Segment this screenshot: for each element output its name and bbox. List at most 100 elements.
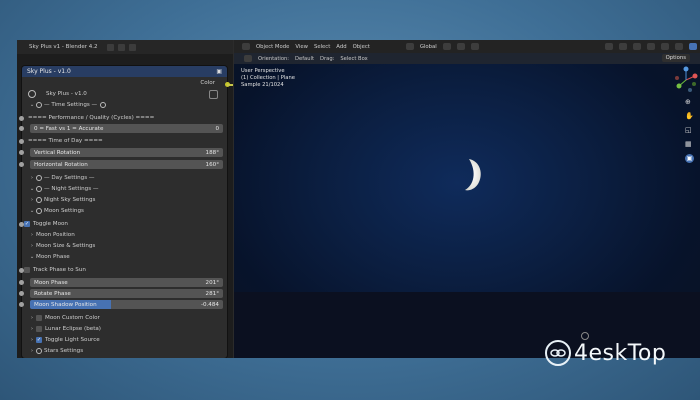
moon-settings-row[interactable]: ⌄ Moon Settings: [22, 206, 227, 216]
drag-label: Drag:: [320, 55, 335, 62]
input-socket[interactable]: [19, 139, 24, 144]
clock-icon: [100, 102, 107, 108]
sun-icon: [36, 102, 42, 108]
group-selector-row[interactable]: Sky Plus - v1.0: [22, 89, 227, 99]
shield-icon[interactable]: [209, 90, 218, 99]
toggle-moon-row[interactable]: ✓ Toggle Moon: [19, 219, 227, 229]
overlay-icon[interactable]: [632, 43, 641, 50]
grid-icon[interactable]: ▦: [685, 140, 694, 149]
chevron-right-icon[interactable]: ›: [28, 348, 36, 354]
moon-size-row[interactable]: › Moon Size & Settings: [22, 241, 227, 251]
editor-type-icon[interactable]: [242, 43, 250, 50]
chevron-right-icon[interactable]: ›: [28, 175, 36, 181]
collection-info: (1) Collection | Plane: [241, 75, 295, 81]
orientation-dropdown[interactable]: Global: [420, 44, 437, 50]
input-socket[interactable]: [19, 116, 24, 121]
tool-settings-icon[interactable]: [244, 55, 252, 62]
node-group-icon[interactable]: ▣: [216, 68, 222, 75]
chevron-right-icon[interactable]: ›: [28, 326, 36, 332]
chevron-right-icon[interactable]: ›: [28, 315, 36, 321]
color-output-row: Color: [22, 78, 227, 88]
moon-position-row[interactable]: › Moon Position: [22, 230, 227, 240]
chevron-down-icon[interactable]: ⌄: [28, 254, 36, 260]
node-editor-header: Sky Plus v1 - Blender 4.2: [17, 40, 233, 54]
input-socket[interactable]: [19, 302, 24, 307]
horizontal-rotation-value: 160°: [205, 161, 219, 168]
pan-hand-icon[interactable]: ✋: [685, 112, 694, 121]
input-socket[interactable]: [19, 150, 24, 155]
zoom-icon[interactable]: ⊕: [685, 98, 694, 107]
stars-settings-label: Stars Settings: [44, 348, 84, 354]
snap-icon[interactable]: [456, 43, 465, 50]
transform-icon[interactable]: [405, 43, 414, 50]
proportional-icon[interactable]: [470, 43, 479, 50]
shading-solid-icon[interactable]: [660, 43, 669, 50]
perspective-icon[interactable]: ▣: [685, 154, 694, 163]
chevron-down-icon[interactable]: ⌄: [28, 186, 36, 192]
shading-material-icon[interactable]: [674, 43, 683, 50]
moon-shadow-field[interactable]: Moon Shadow Position -0.484: [30, 300, 223, 309]
camera-icon[interactable]: ◱: [685, 126, 694, 135]
mode-dropdown[interactable]: Object Mode: [256, 44, 289, 50]
chevron-down-icon[interactable]: ⌄: [28, 102, 36, 108]
horizontal-rotation-field[interactable]: Horizontal Rotation 160°: [30, 160, 223, 169]
time-settings-row[interactable]: ⌄ — Time Settings —: [22, 100, 227, 110]
lunar-eclipse-row[interactable]: › Lunar Eclipse (beta): [22, 324, 227, 334]
chevron-right-icon[interactable]: ›: [28, 197, 36, 203]
moon-phase-field[interactable]: Moon Phase 201°: [30, 278, 223, 287]
toggle-light-row[interactable]: › ✓ Toggle Light Source: [22, 335, 227, 345]
menu-add[interactable]: Add: [336, 44, 346, 50]
pivot-icon[interactable]: [442, 43, 451, 50]
editor-type-icon[interactable]: [107, 43, 115, 51]
vertical-rotation-field[interactable]: Vertical Rotation 188°: [30, 148, 223, 157]
moon-size-label: Moon Size & Settings: [36, 243, 96, 249]
day-settings-row[interactable]: › — Day Settings —: [22, 173, 227, 183]
orientation-value[interactable]: Default: [295, 56, 314, 62]
shading-rendered-icon[interactable]: [688, 43, 697, 50]
group-name[interactable]: Sky Plus - v1.0: [46, 91, 87, 97]
moon-custom-color-checkbox[interactable]: [36, 315, 42, 321]
fast-accurate-field[interactable]: 0 = Fast vs 1 = Accurate 0: [30, 124, 223, 133]
menu-object[interactable]: Object: [353, 44, 370, 50]
chevron-down-icon[interactable]: ⌄: [28, 208, 36, 214]
chevron-right-icon[interactable]: ›: [28, 232, 36, 238]
moon-custom-color-row[interactable]: › Moon Custom Color: [22, 313, 227, 323]
night-settings-row[interactable]: ⌄ — Night Settings —: [22, 184, 227, 194]
chevron-right-icon[interactable]: ›: [28, 337, 36, 343]
viewport-3d[interactable]: Object Mode View Select Add Object Globa…: [234, 40, 700, 358]
gizmo-icon[interactable]: [618, 43, 627, 50]
viewport-overlay-text: User Perspective (1) Collection | Plane …: [241, 68, 295, 89]
visibility-icon[interactable]: [604, 43, 613, 50]
node-header[interactable]: Sky Plus - v1.0 ▣: [22, 66, 227, 77]
light-object-icon[interactable]: [581, 332, 589, 340]
moon-shadow-value: -0.484: [200, 301, 219, 308]
view-icon[interactable]: [118, 43, 126, 51]
track-phase-row[interactable]: Track Phase to Sun: [19, 265, 227, 275]
chevron-right-icon[interactable]: ›: [28, 243, 36, 249]
moon-phase-section-row[interactable]: ⌄ Moon Phase: [22, 252, 227, 262]
navigation-gizmo[interactable]: [674, 66, 698, 94]
options-dropdown[interactable]: Options: [661, 54, 690, 62]
toggle-moon-checkbox[interactable]: ✓: [24, 221, 30, 227]
perf-header-label: ==== Performance / Quality (Cycles) ====: [28, 115, 155, 121]
sky-plus-node[interactable]: Sky Plus - v1.0 ▣ Color Sky Plus - v1.0 …: [19, 66, 227, 358]
menu-select[interactable]: Select: [314, 44, 330, 50]
input-socket[interactable]: [19, 280, 24, 285]
input-socket[interactable]: [19, 222, 24, 227]
stars-settings-row[interactable]: › Stars Settings: [22, 346, 227, 356]
input-socket[interactable]: [19, 126, 24, 131]
input-socket[interactable]: [19, 162, 24, 167]
menu-view[interactable]: View: [295, 44, 308, 50]
toggle-light-checkbox[interactable]: ✓: [36, 337, 42, 343]
drag-value[interactable]: Select Box: [340, 56, 367, 62]
input-socket[interactable]: [19, 291, 24, 296]
lunar-eclipse-checkbox[interactable]: [36, 326, 42, 332]
color-output-label: Color: [200, 80, 215, 86]
input-socket[interactable]: [19, 268, 24, 273]
rotate-phase-label: Rotate Phase: [34, 290, 71, 297]
xray-icon[interactable]: [646, 43, 655, 50]
rotate-phase-field[interactable]: Rotate Phase 281°: [30, 289, 223, 298]
close-icon[interactable]: [129, 43, 137, 51]
night-sky-settings-row[interactable]: › Night Sky Settings: [22, 195, 227, 205]
track-phase-checkbox[interactable]: [24, 267, 30, 273]
